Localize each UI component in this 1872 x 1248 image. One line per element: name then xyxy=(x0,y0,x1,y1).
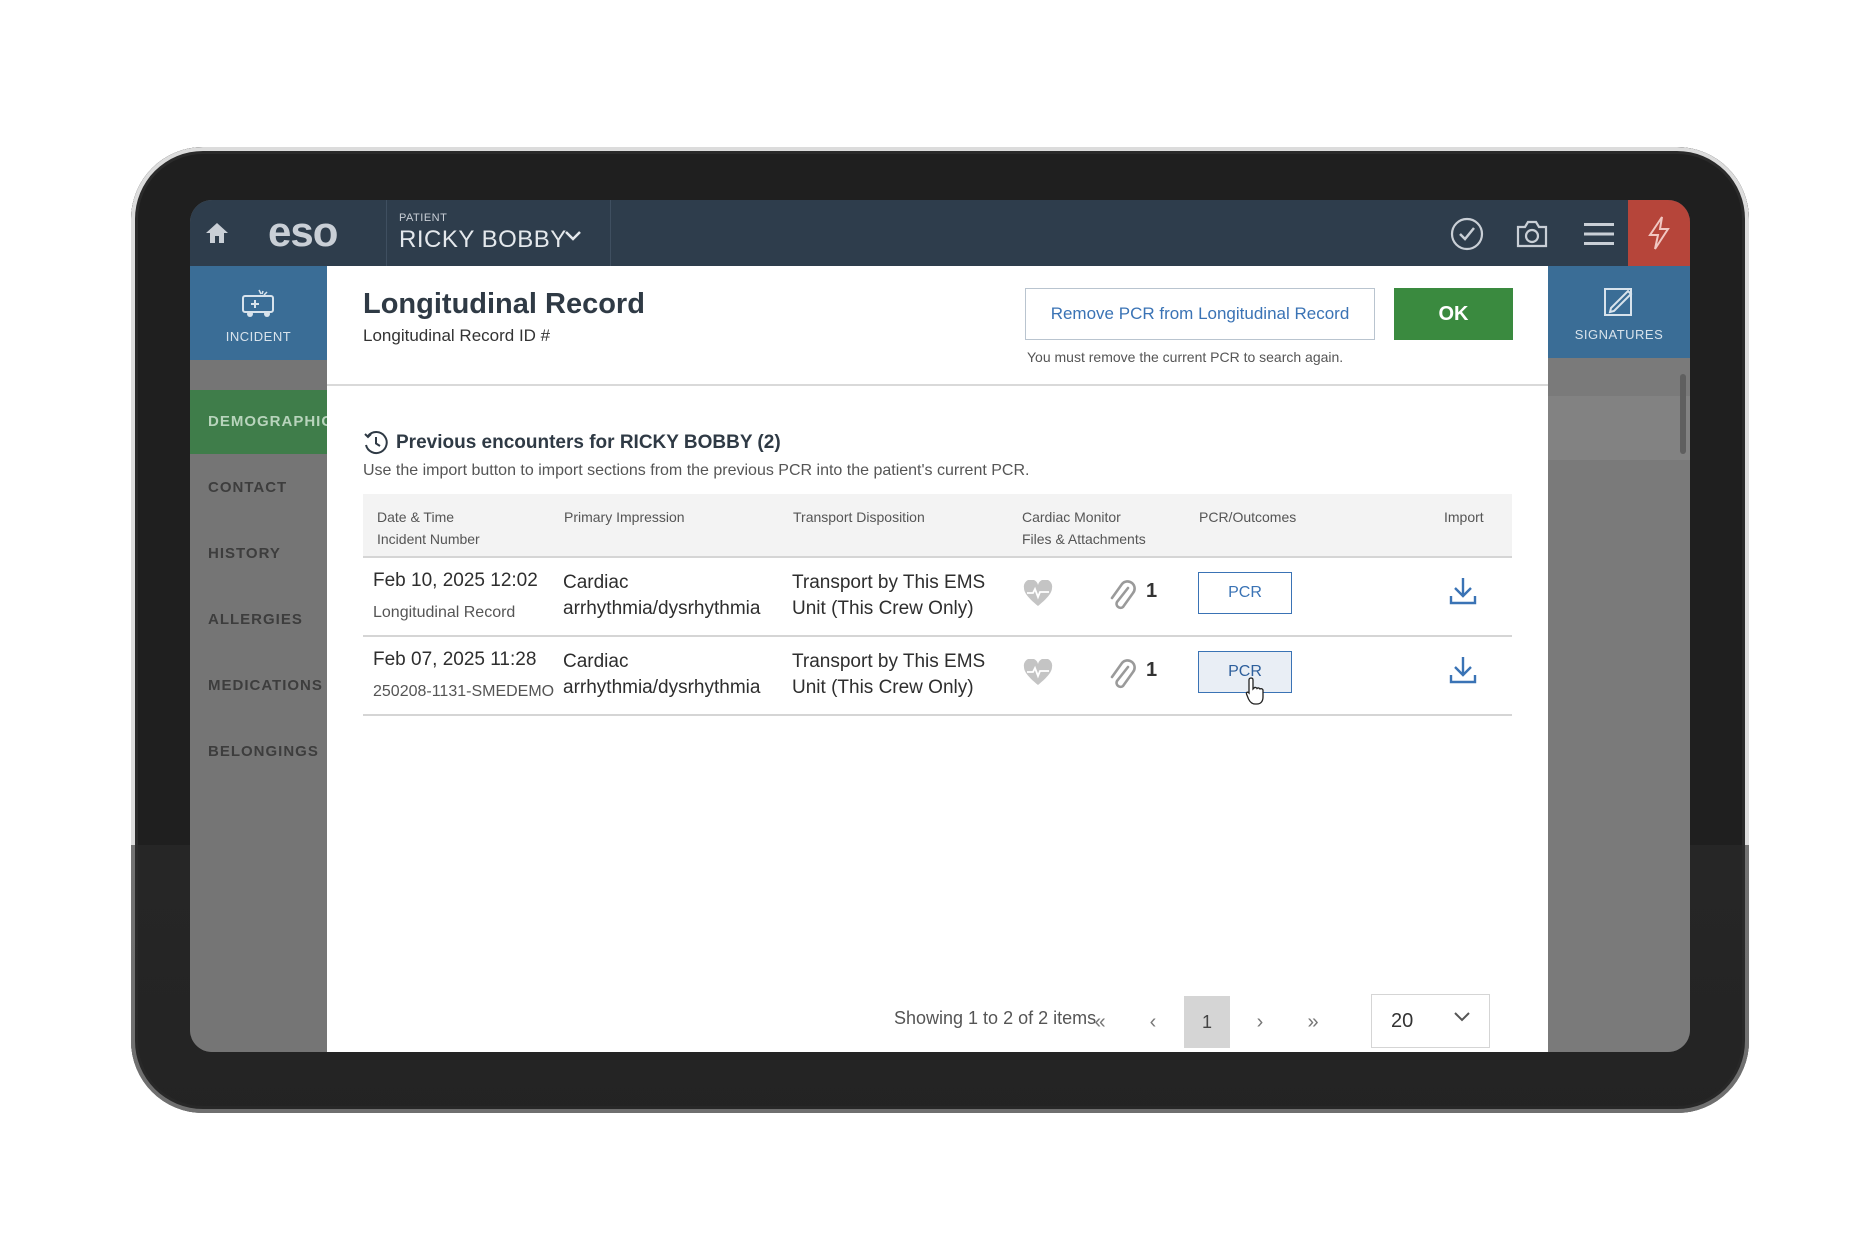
incident-tab[interactable]: INCIDENT xyxy=(190,266,327,360)
scrollbar[interactable] xyxy=(1680,374,1686,454)
home-button[interactable] xyxy=(190,200,244,266)
paperclip-icon xyxy=(1110,580,1136,610)
transport-disposition: Transport by This EMS Unit (This Crew On… xyxy=(792,649,985,701)
disposition-line: Transport by This EMS xyxy=(792,572,986,593)
pcr-button[interactable]: PCR xyxy=(1198,572,1292,614)
top-bar: eso PATIENT RICKY BOBBY xyxy=(190,200,1690,266)
first-page-button[interactable]: « xyxy=(1077,996,1123,1048)
ambulance-icon xyxy=(241,289,274,317)
next-page-button[interactable]: › xyxy=(1237,996,1283,1048)
check-circle-icon xyxy=(1450,217,1484,251)
incident-label: INCIDENT xyxy=(225,329,292,344)
menu-button[interactable] xyxy=(1579,214,1619,254)
disposition-line: Unit (This Crew Only) xyxy=(792,677,974,698)
form-background xyxy=(1548,358,1690,1052)
disposition-line: Transport by This EMS xyxy=(792,651,986,672)
incident-number: 250208-1131-SMEDEMO xyxy=(373,683,555,700)
hamburger-menu-icon xyxy=(1584,223,1614,245)
eso-logo: eso xyxy=(268,208,338,255)
nav-item-history[interactable]: HISTORY xyxy=(190,522,327,586)
ok-button[interactable]: OK xyxy=(1394,288,1513,340)
column-files-label: Files & Attachments xyxy=(1022,531,1146,547)
encounter-date: Feb 10, 2025 12:02 xyxy=(373,570,538,591)
paperclip-icon xyxy=(1110,659,1136,689)
previous-encounters-heading: Previous encounters for RICKY BOBBY (2) xyxy=(363,430,781,456)
pagination: Showing 1 to 2 of 2 items « ‹ 1 › » 20 xyxy=(327,990,1548,1048)
encounter-date: Feb 07, 2025 11:28 xyxy=(373,649,537,670)
impression-line: Cardiac xyxy=(563,651,629,672)
page-size-select[interactable]: 20 xyxy=(1371,994,1490,1048)
pagination-summary: Showing 1 to 2 of 2 items xyxy=(894,1008,1097,1028)
nav-item-contact[interactable]: CONTACT xyxy=(190,456,327,520)
column-date-label: Date & Time xyxy=(377,509,455,525)
record-id-label: Longitudinal Record ID # xyxy=(363,326,551,345)
attachment-count: 1 xyxy=(1146,659,1158,681)
attachment-count: 1 xyxy=(1146,580,1158,602)
column-header-disposition[interactable]: Transport Disposition xyxy=(793,506,925,528)
remove-pcr-button[interactable]: Remove PCR from Longitudinal Record xyxy=(1025,288,1375,340)
column-header-pcr: PCR/Outcomes xyxy=(1199,509,1297,525)
nav-item-demographic[interactable]: DEMOGRAPHIC xyxy=(190,390,327,454)
heart-monitor-icon xyxy=(1023,659,1053,685)
section-help-text: Use the import button to import sections… xyxy=(363,462,1030,479)
table-row: Feb 07, 2025 11:28 250208-1131-SMEDEMO C… xyxy=(363,637,1512,716)
dialog-divider xyxy=(327,384,1548,386)
column-header-impression[interactable]: Primary Impression xyxy=(564,506,685,528)
impression-line: arrhythmia/dysrhythmia xyxy=(563,677,761,698)
dialog-title: Longitudinal Record xyxy=(363,288,645,320)
nav-item-medications[interactable]: MEDICATIONS xyxy=(190,654,327,718)
longitudinal-record-dialog: Longitudinal Record Longitudinal Record … xyxy=(327,266,1548,1052)
patient-label: PATIENT xyxy=(399,212,448,224)
incident-number: Longitudinal Record xyxy=(373,604,516,621)
nav-item-allergies[interactable]: ALLERGIES xyxy=(190,588,327,652)
signatures-label: SIGNATURES xyxy=(1574,327,1664,342)
home-icon xyxy=(206,223,228,243)
column-header-date[interactable]: Date & Time Incident Number xyxy=(377,506,480,550)
primary-impression: Cardiac arrhythmia/dysrhythmia xyxy=(563,649,760,701)
signatures-tab[interactable]: SIGNATURES xyxy=(1548,266,1690,358)
quick-action-button[interactable] xyxy=(1628,200,1690,266)
lightning-icon xyxy=(1648,216,1670,250)
prev-page-button[interactable]: ‹ xyxy=(1130,996,1176,1048)
validate-button[interactable] xyxy=(1447,214,1487,254)
current-page-button[interactable]: 1 xyxy=(1184,996,1230,1048)
impression-line: arrhythmia/dysrhythmia xyxy=(563,598,761,619)
table-header: Date & Time Incident Number Primary Impr… xyxy=(363,494,1512,558)
table-row: Feb 10, 2025 12:02 Longitudinal Record C… xyxy=(363,558,1512,637)
history-clock-icon xyxy=(364,431,388,455)
topbar-divider xyxy=(610,200,611,266)
signature-icon xyxy=(1604,288,1633,316)
chevron-down-icon xyxy=(1454,1012,1470,1022)
column-header-monitor: Cardiac Monitor Files & Attachments xyxy=(1022,506,1146,550)
column-monitor-label: Cardiac Monitor xyxy=(1022,509,1121,525)
camera-button[interactable] xyxy=(1512,214,1552,254)
app-screen: eso PATIENT RICKY BOBBY INCIDENT DEMOGRA… xyxy=(190,200,1690,1052)
mouse-pointer-icon xyxy=(1245,677,1264,705)
section-nav: DEMOGRAPHIC CONTACT HISTORY ALLERGIES ME… xyxy=(190,360,327,1052)
download-icon[interactable] xyxy=(1449,655,1477,685)
disposition-line: Unit (This Crew Only) xyxy=(792,598,974,619)
form-field-placeholder xyxy=(1548,396,1690,460)
section-title: Previous encounters for RICKY BOBBY (2) xyxy=(396,432,781,453)
nav-item-belongings[interactable]: BELONGINGS xyxy=(190,720,327,784)
chevron-down-icon[interactable] xyxy=(564,230,582,242)
impression-line: Cardiac xyxy=(563,572,629,593)
primary-impression: Cardiac arrhythmia/dysrhythmia xyxy=(563,570,760,622)
topbar-divider xyxy=(386,200,387,266)
encounters-table: Date & Time Incident Number Primary Impr… xyxy=(363,494,1512,716)
transport-disposition: Transport by This EMS Unit (This Crew On… xyxy=(792,570,985,622)
page-size-value: 20 xyxy=(1391,1010,1414,1032)
last-page-button[interactable]: » xyxy=(1290,996,1336,1048)
heart-monitor-icon xyxy=(1023,580,1053,606)
camera-icon xyxy=(1516,220,1548,248)
patient-name[interactable]: RICKY BOBBY xyxy=(399,226,567,254)
download-icon[interactable] xyxy=(1449,576,1477,606)
column-header-import: Import xyxy=(1444,509,1484,525)
remove-note: You must remove the current PCR to searc… xyxy=(1027,349,1344,365)
column-incident-label: Incident Number xyxy=(377,531,480,547)
